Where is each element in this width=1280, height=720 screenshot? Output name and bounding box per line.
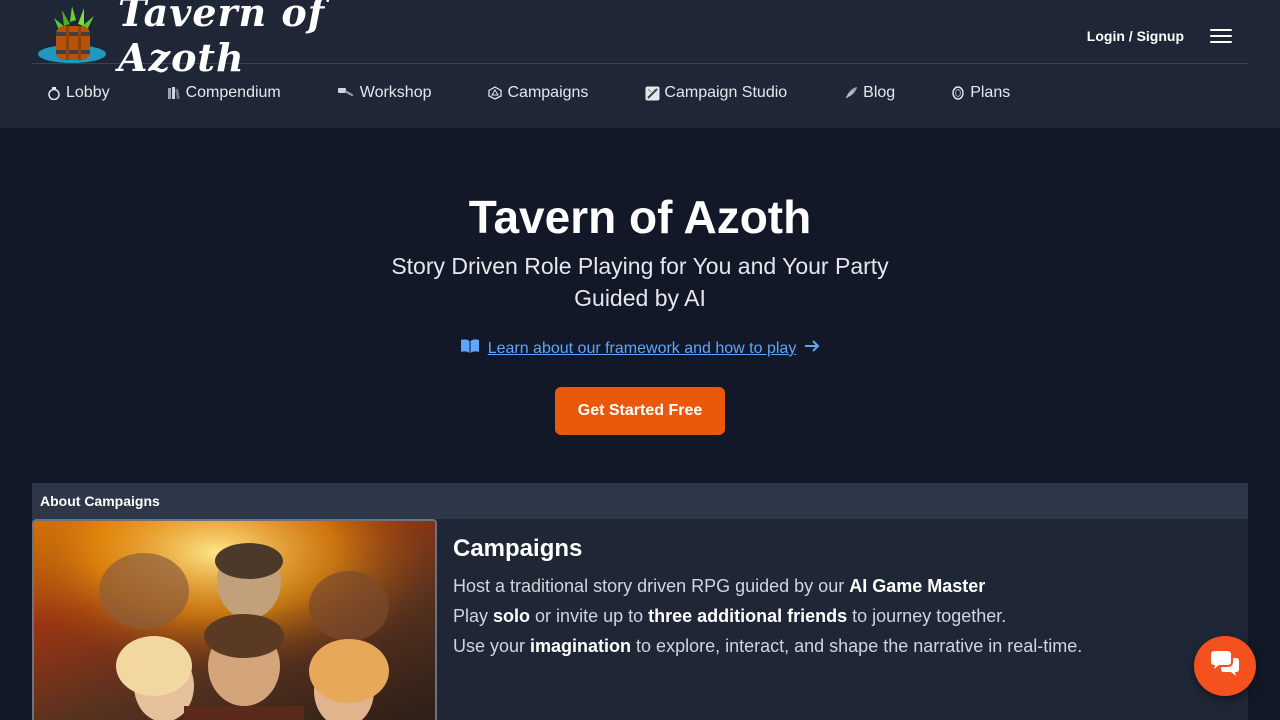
text: to explore, interact, and shape the narr… (631, 636, 1083, 656)
text-bold: imagination (530, 636, 632, 656)
learn-framework-link[interactable]: Learn about our framework and how to pla… (488, 340, 797, 358)
barrel-logo-icon (32, 0, 112, 70)
learn-link-row: Learn about our framework and how to pla… (0, 338, 1280, 359)
logo-text: Tavern of Azoth (118, 0, 326, 80)
text: Host a traditional story driven RPG guid… (453, 576, 850, 596)
hero-subtitle: Story Driven Role Playing for You and Yo… (0, 250, 1280, 314)
about-line-3: Use your imagination to explore, interac… (453, 631, 1233, 661)
hero-subtitle-line1: Story Driven Role Playing for You and Yo… (391, 253, 889, 279)
nav-label: Campaigns (507, 84, 589, 101)
logo[interactable]: Tavern of Azoth (32, 0, 412, 80)
text: Play (453, 606, 494, 626)
open-book-icon (460, 338, 480, 359)
nav-item-plans[interactable]: Plans (950, 84, 1010, 102)
arrow-right-icon[interactable] (804, 339, 820, 358)
hammer-icon (336, 85, 356, 101)
potion-icon (46, 85, 62, 101)
chat-bubbles-icon (1209, 650, 1241, 683)
main-nav: Lobby Compendium Workshop Campaigns Camp… (46, 84, 1010, 102)
site-header: Tavern of Azoth Login / Signup Lobby Com… (0, 0, 1280, 128)
get-started-button[interactable]: Get Started Free (555, 387, 725, 435)
text: or invite up to (530, 606, 649, 626)
nav-item-compendium[interactable]: Compendium (166, 84, 281, 102)
text-bold: solo (493, 606, 531, 626)
top-bar: Tavern of Azoth Login / Signup (32, 0, 1248, 80)
books-icon (166, 85, 182, 101)
login-signup-link[interactable]: Login / Signup (1087, 28, 1184, 44)
about-title: Campaigns (453, 535, 583, 562)
about-campaigns-section: About Campaigns Campaigns Host a traditi… (32, 483, 1248, 720)
nav-item-campaigns[interactable]: Campaigns (487, 84, 588, 102)
nav-label: Campaign Studio (664, 84, 788, 101)
nav-item-campaign-studio[interactable]: Campaign Studio (644, 84, 787, 102)
text: Use your (453, 636, 531, 656)
nav-item-blog[interactable]: Blog (843, 84, 895, 102)
hero-title: Tavern of Azoth (468, 191, 812, 243)
about-content: Campaigns Host a traditional story drive… (453, 535, 1233, 661)
about-line-1: Host a traditional story driven RPG guid… (453, 571, 1233, 601)
text-bold: three additional friends (648, 606, 848, 626)
nav-label: Compendium (185, 84, 281, 101)
quill-sword-icon (644, 85, 660, 101)
hero-subtitle-line2: Guided by AI (574, 285, 706, 311)
text-bold: AI Game Master (849, 576, 986, 596)
text: to journey together. (847, 606, 1007, 626)
nav-item-workshop[interactable]: Workshop (336, 84, 432, 102)
d20-icon (487, 85, 503, 101)
campaign-artwork-image (32, 519, 437, 720)
chat-button[interactable] (1194, 636, 1256, 696)
nav-label: Lobby (66, 84, 110, 101)
nav-label: Plans (970, 84, 1011, 101)
coin-icon (950, 85, 966, 101)
section-header: About Campaigns (32, 483, 1248, 519)
feather-icon (843, 85, 859, 101)
nav-label: Blog (863, 84, 896, 101)
about-line-2: Play solo or invite up to three addition… (453, 601, 1233, 631)
hamburger-menu-icon[interactable] (1210, 26, 1232, 46)
nav-label: Workshop (359, 84, 432, 101)
nav-item-lobby[interactable]: Lobby (46, 84, 110, 102)
